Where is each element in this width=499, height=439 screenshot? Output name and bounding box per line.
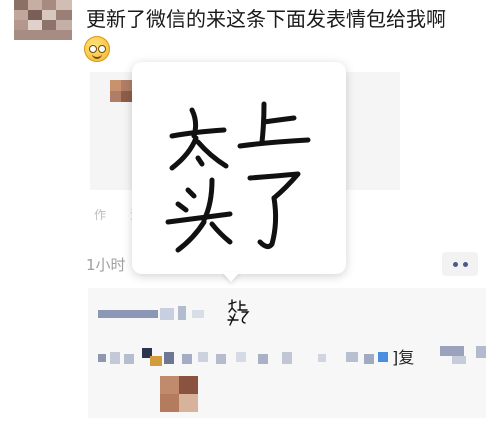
comment-area [88,288,486,418]
dot-icon [462,261,468,267]
dot-icon [452,261,458,267]
small-sticker-icon [227,299,250,326]
reply-fragment: ]复 [392,348,415,367]
link-thumbnail [110,80,132,102]
post-text: 更新了微信的来这条下面发表情包给我啊 [86,7,446,31]
post-time: 1小时 [86,256,126,274]
popup-tail [222,272,240,282]
card-hint-left: 作 [94,208,107,222]
comment-image-thumbnail[interactable] [160,376,198,412]
avatar[interactable] [14,0,72,40]
more-button[interactable] [442,252,478,276]
grin-emoji-icon [84,36,110,62]
handwritten-sticker-icon [165,101,311,253]
